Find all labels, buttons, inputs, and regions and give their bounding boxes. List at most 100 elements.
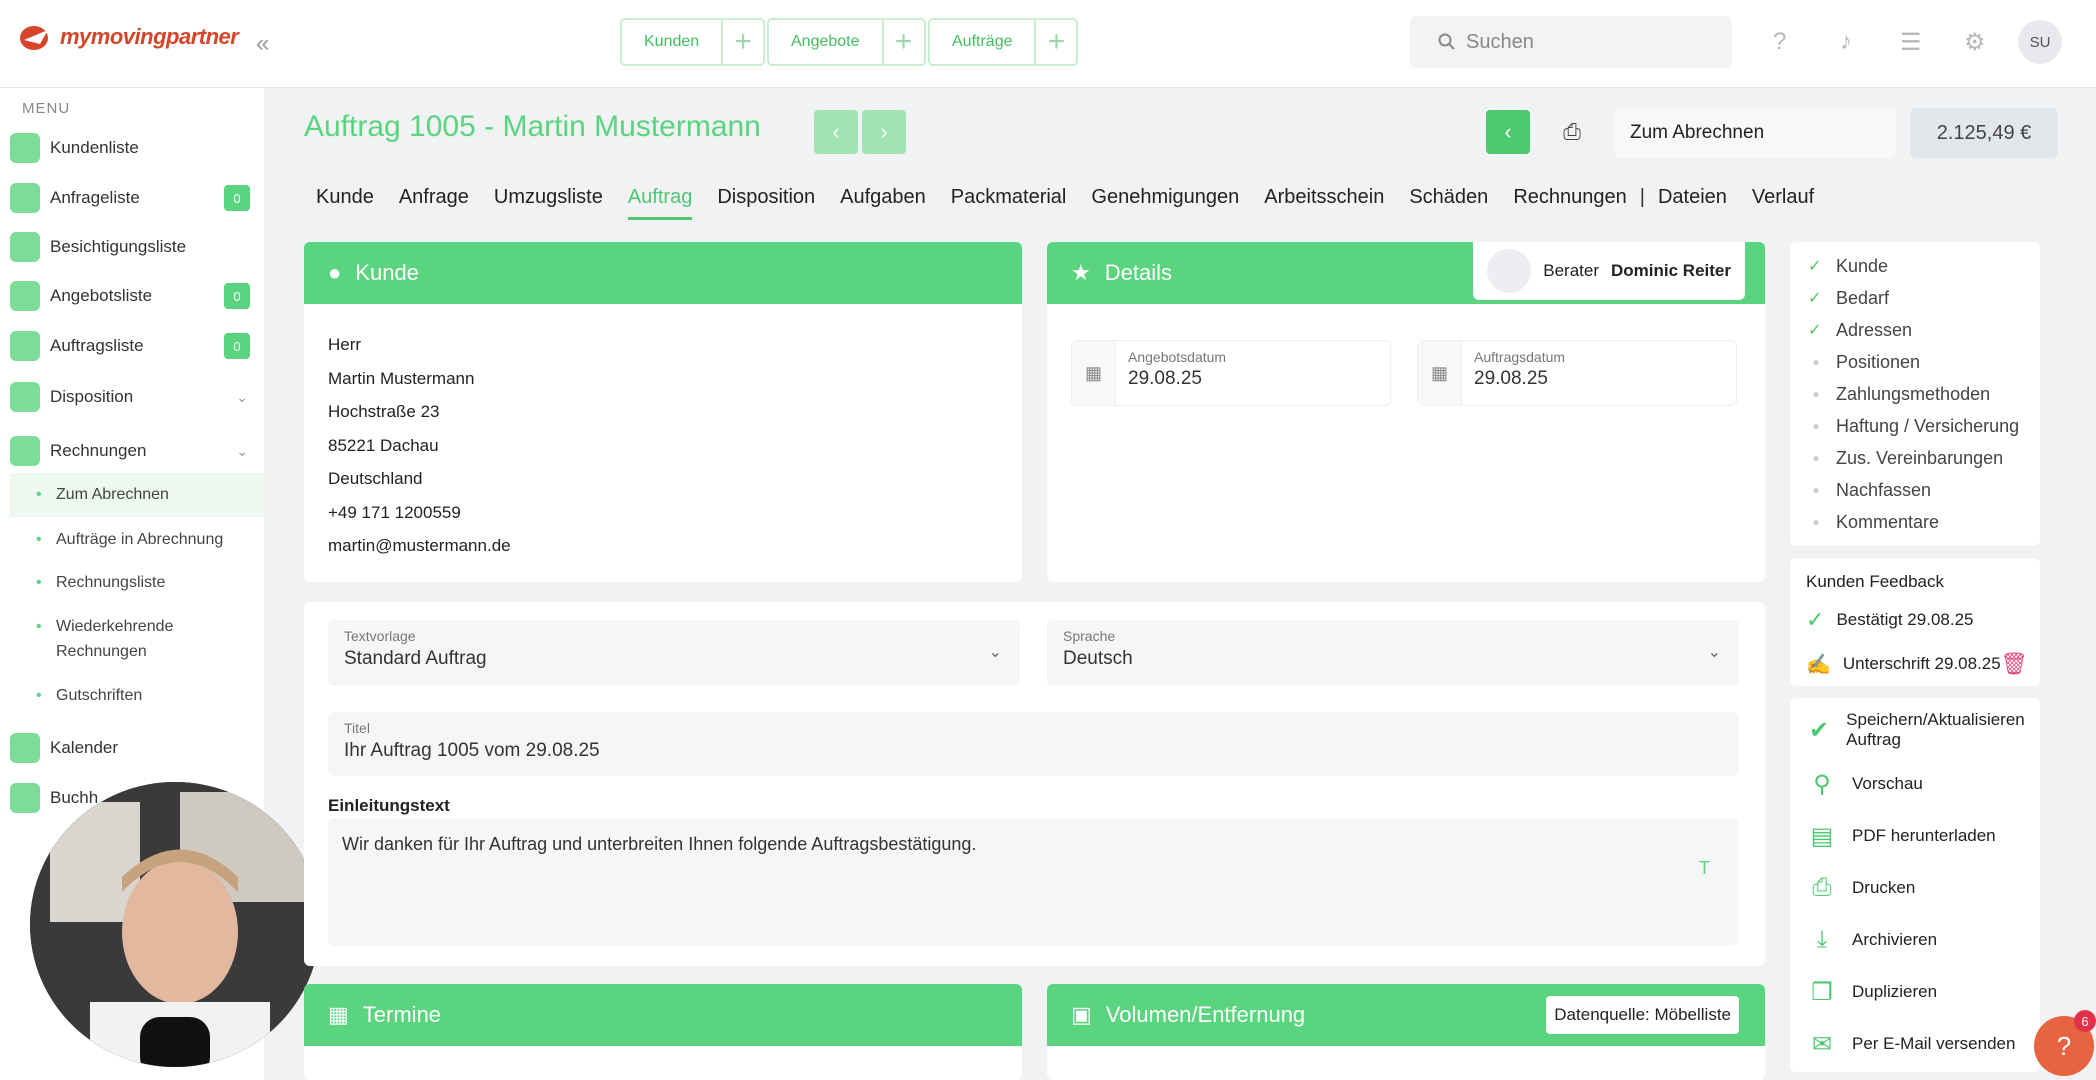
webcam-overlay	[30, 782, 320, 1067]
presenter-video-image	[30, 782, 320, 1067]
help-circle-icon[interactable]: ?	[1773, 28, 1786, 56]
tab-kunde[interactable]: Kunde	[316, 186, 374, 220]
previous-order-button[interactable]: ‹	[814, 110, 858, 154]
titel-label: Titel	[344, 720, 370, 736]
dot-icon: ●	[1812, 483, 1820, 497]
count-badge: 0	[224, 283, 250, 309]
tab-disposition[interactable]: Disposition	[717, 186, 815, 220]
textvorlage-select[interactable]: Textvorlage Standard Auftrag ⌄	[328, 620, 1020, 686]
sidebar-sub-rechnungsliste[interactable]: Rechnungsliste	[10, 571, 264, 595]
tab-umzugsliste[interactable]: Umzugsliste	[494, 186, 603, 220]
einleitungstext-value: Wir danken für Ihr Auftrag und unterbrei…	[342, 834, 977, 854]
checklist-item[interactable]: ● Zahlungsmethoden	[1790, 378, 2040, 410]
checklist-item[interactable]: ● Kommentare	[1790, 506, 2040, 538]
print-button[interactable]: ⎙	[1550, 110, 1594, 154]
sidebar-item-kundenliste[interactable]: Kundenliste	[10, 128, 264, 168]
kunde-card-header: ● Kunde	[304, 242, 1022, 304]
sidebar-sub-wiederkehrende-rechnungen[interactable]: Wiederkehrende Rechnungen	[10, 614, 210, 664]
add-auftrag-icon[interactable]: +	[1036, 25, 1076, 59]
sidebar-item-besichtigungsliste[interactable]: Besichtigungsliste	[10, 227, 264, 267]
duplicate-button[interactable]: ❐ Duplizieren	[1790, 966, 2040, 1018]
preview-button[interactable]: ⚲ Vorschau	[1790, 758, 2040, 810]
checklist-label: Nachfassen	[1836, 479, 1932, 500]
sidebar-item-anfrageliste[interactable]: Anfrageliste 0	[10, 178, 264, 218]
checklist-item[interactable]: ● Zus. Vereinbarungen	[1790, 442, 2040, 474]
logo-icon	[20, 26, 48, 50]
checklist-item[interactable]: ● Positionen	[1790, 346, 2040, 378]
app-logo[interactable]: mymovingpartner	[18, 22, 239, 52]
status-select[interactable]: Zum Abrechnen	[1614, 108, 1896, 158]
sidebar-sub-auftraege-in-abrechnung[interactable]: Aufträge in Abrechnung	[10, 528, 264, 552]
next-order-button[interactable]: ›	[862, 110, 906, 154]
feedback-signature: ✍ Unterschrift 29.08.25 🗑	[1790, 642, 2040, 686]
sidebar-item-auftragsliste[interactable]: Auftragsliste 0	[10, 326, 264, 366]
tab-dateien[interactable]: Dateien	[1658, 186, 1727, 220]
help-count-badge: 6	[2074, 1010, 2096, 1032]
text-template-icon[interactable]: T	[1699, 858, 1710, 879]
bell-icon[interactable]: ♪	[1840, 28, 1852, 56]
tab-anfrage[interactable]: Anfrage	[399, 186, 469, 220]
archive-button[interactable]: ⤓ Archivieren	[1790, 914, 2040, 966]
checklist-item[interactable]: ● Nachfassen	[1790, 474, 2040, 506]
quick-kunden-button[interactable]: Kunden	[622, 20, 724, 64]
checklist-label: Bedarf	[1836, 287, 1890, 308]
sidebar-item-kalender[interactable]: Kalender	[10, 728, 264, 768]
termine-heading: Termine	[362, 1002, 442, 1027]
print-action-button[interactable]: ⎙ Drucken	[1790, 862, 2040, 914]
calendar-icon: ▦	[328, 1002, 349, 1027]
sidebar-sub-zum-abrechnen[interactable]: Zum Abrechnen	[10, 473, 264, 517]
sidebar-item-label: Auftragsliste	[50, 336, 144, 355]
trash-icon[interactable]: 🗑	[2000, 651, 2028, 677]
pdf-download-button[interactable]: ▤ PDF herunterladen	[1790, 810, 2040, 862]
angebotsdatum-field[interactable]: ▦ Angebotsdatum 29.08.25	[1071, 340, 1391, 406]
tab-aufgaben[interactable]: Aufgaben	[840, 186, 926, 220]
gear-icon[interactable]: ⚙	[1964, 28, 1986, 57]
add-angebot-icon[interactable]: +	[884, 25, 924, 59]
kunde-address: Herr Martin Mustermann Hochstraße 23 852…	[304, 304, 1022, 563]
sidebar-item-angebotsliste[interactable]: Angebotsliste 0	[10, 276, 264, 316]
search-input[interactable]: Suchen	[1410, 16, 1732, 68]
check-icon: ✓	[1806, 607, 1825, 632]
checklist-item[interactable]: ✓ Kunde	[1790, 250, 2040, 282]
add-kunde-icon[interactable]: +	[723, 25, 763, 59]
tab-verlauf[interactable]: Verlauf	[1752, 186, 1814, 220]
send-email-button[interactable]: ✉ Per E-Mail versenden	[1790, 1018, 2040, 1070]
berater-badge[interactable]: Berater Dominic Reiter	[1473, 242, 1745, 300]
datenquelle-button[interactable]: Datenquelle: Möbelliste	[1546, 996, 1739, 1034]
sidebar-sub-gutschriften[interactable]: Gutschriften	[10, 684, 264, 708]
sprache-select[interactable]: Sprache Deutsch ⌄	[1047, 620, 1739, 686]
checklist-card: ✓ Kunde ✓ Bedarf ✓ Adressen ● Positionen ● Za…	[1790, 242, 2040, 546]
collapse-sidebar-icon[interactable]: «	[256, 30, 269, 58]
tab-schaeden[interactable]: Schäden	[1409, 186, 1488, 220]
search-placeholder: Suchen	[1466, 30, 1534, 53]
checklist-item[interactable]: ● Haftung / Versicherung	[1790, 410, 2040, 442]
auftragsdatum-field[interactable]: ▦ Auftragsdatum 29.08.25	[1417, 340, 1737, 406]
tab-auftrag[interactable]: Auftrag	[627, 186, 693, 220]
tab-rechnungen[interactable]: Rechnungen	[1513, 186, 1626, 220]
user-avatar[interactable]: SU	[2018, 20, 2062, 64]
tab-genehmigungen[interactable]: Genehmigungen	[1091, 186, 1239, 220]
einleitungstext-textarea[interactable]: Wir danken für Ihr Auftrag und unterbrei…	[328, 818, 1738, 946]
sidebar-item-rechnungen[interactable]: Rechnungen ⌄	[10, 431, 264, 471]
calendar-icon	[10, 733, 40, 763]
volumen-card: ▣ Volumen/Entfernung Datenquelle: Möbell…	[1047, 984, 1765, 1080]
tab-arbeitsschein[interactable]: Arbeitsschein	[1264, 186, 1384, 220]
titel-field[interactable]: Titel Ihr Auftrag 1005 vom 29.08.25	[328, 712, 1739, 776]
sidebar-item-disposition[interactable]: Disposition ⌄	[10, 377, 264, 417]
quick-auftraege-button[interactable]: Aufträge	[930, 20, 1037, 64]
action-label: Archivieren	[1852, 930, 1938, 949]
action-label: Per E-Mail versenden	[1852, 1034, 2016, 1053]
checklist-label: Adressen	[1836, 319, 1913, 340]
checklist-item[interactable]: ✓ Bedarf	[1790, 282, 2040, 314]
checklist-item[interactable]: ✓ Adressen	[1790, 314, 2040, 346]
tab-packmaterial[interactable]: Packmaterial	[951, 186, 1067, 220]
chart-document-icon	[10, 331, 40, 361]
save-update-button[interactable]: ✔ Speichern/Aktualisieren Auftrag	[1790, 702, 2040, 758]
task-list-icon[interactable]: ☰	[1900, 28, 1922, 57]
boxes-icon: ▣	[1071, 1002, 1092, 1027]
quick-angebote-button[interactable]: Angebote	[769, 20, 884, 64]
auftragsdatum-label: Auftragsdatum	[1474, 349, 1566, 365]
quick-kunden: Kunden +	[620, 18, 766, 66]
back-button[interactable]: ‹	[1486, 110, 1530, 154]
checklist-label: Zus. Vereinbarungen	[1836, 447, 2004, 468]
